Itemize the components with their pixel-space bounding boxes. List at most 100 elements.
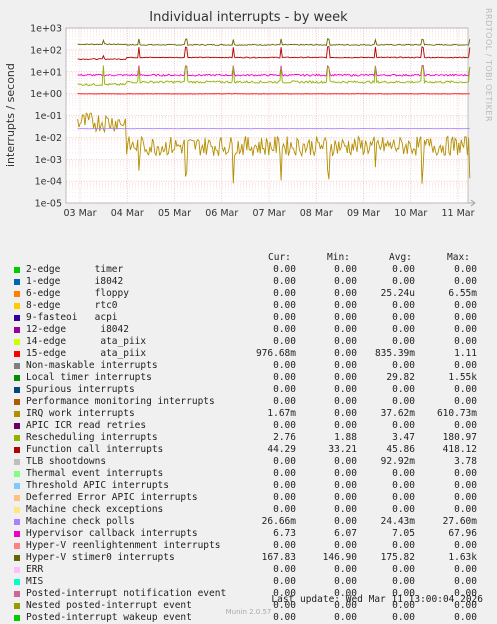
legend-avg-value: 0.00: [345, 576, 415, 588]
x-tick-label: 10 Mar: [394, 208, 427, 219]
legend-cur-value: 0.00: [226, 576, 296, 588]
legend-row: 6-edge floppy0.000.0025.24u6.55m: [0, 288, 497, 300]
legend-row: Function call interrupts44.2933.2145.864…: [0, 444, 497, 456]
legend-series-name: Spurious interrupts: [26, 384, 135, 396]
legend-swatch: [14, 327, 20, 333]
legend-max-value: 0.00: [407, 564, 477, 576]
legend-avg-value: 0.00: [345, 504, 415, 516]
legend-max-value: 0.00: [407, 312, 477, 324]
y-tick-label: 1e-05: [35, 199, 62, 210]
legend-series-name: 9-fasteoi acpi: [26, 312, 118, 324]
legend-series-name: 12-edge i8042: [26, 324, 129, 336]
legend-series-name: Rescheduling interrupts: [26, 432, 158, 444]
legend-series-name: MIS: [26, 576, 43, 588]
legend-series-name: 14-edge ata_piix: [26, 336, 146, 348]
legend-max-value: 0.00: [407, 324, 477, 336]
legend-cur-value: 0.00: [226, 264, 296, 276]
legend-swatch: [14, 315, 20, 321]
legend-max-value: 0.00: [407, 504, 477, 516]
legend-max-value: 27.60m: [407, 516, 477, 528]
legend-avg-value: 0.00: [345, 396, 415, 408]
legend-swatch: [14, 495, 20, 501]
legend-avg-value: 0.00: [345, 540, 415, 552]
legend-cur-value: 0.00: [226, 564, 296, 576]
legend-row: APIC ICR read retries0.000.000.000.00: [0, 420, 497, 432]
legend-max-value: 0.00: [407, 300, 477, 312]
legend-avg-value: 0.00: [345, 324, 415, 336]
legend-cur-value: 0.00: [226, 420, 296, 432]
legend-swatch: [14, 555, 20, 561]
legend-cur-value: 0.00: [226, 492, 296, 504]
legend-series-name: Local timer interrupts: [26, 372, 152, 384]
legend-row: Performance monitoring interrupts0.000.0…: [0, 396, 497, 408]
y-tick-label: 1e+03: [30, 24, 62, 35]
legend-swatch: [14, 435, 20, 441]
header-avg: Avg:: [389, 252, 412, 263]
header-cur: Cur:: [268, 252, 291, 263]
legend-swatch: [14, 411, 20, 417]
legend-max-value: 0.00: [407, 420, 477, 432]
legend-row: 9-fasteoi acpi0.000.000.000.00: [0, 312, 497, 324]
legend-swatch: [14, 591, 20, 597]
legend-cur-value: 6.73: [226, 528, 296, 540]
y-tick-label: 1e+01: [30, 67, 62, 78]
legend-avg-value: 92.92m: [345, 456, 415, 468]
legend-row: Machine check polls26.66m0.0024.43m27.60…: [0, 516, 497, 528]
legend-avg-value: 0.00: [345, 564, 415, 576]
legend-max-value: 0.00: [407, 480, 477, 492]
legend-max-value: 0.00: [407, 264, 477, 276]
legend-row: Spurious interrupts0.000.000.000.00: [0, 384, 497, 396]
legend-cur-value: 0.00: [226, 312, 296, 324]
legend-series-name: Performance monitoring interrupts: [26, 396, 215, 408]
legend-row: Rescheduling interrupts2.761.883.47180.9…: [0, 432, 497, 444]
legend-avg-value: 0.00: [345, 312, 415, 324]
legend-series-name: ERR: [26, 564, 43, 576]
legend-avg-value: 0.00: [345, 468, 415, 480]
legend-swatch: [14, 579, 20, 585]
last-update: Last update: Wed Mar 11 13:00:04 2026: [271, 594, 483, 605]
legend-avg-value: 29.82: [345, 372, 415, 384]
legend-max-value: 418.12: [407, 444, 477, 456]
legend-cur-value: 167.83: [226, 552, 296, 564]
legend-swatch: [14, 507, 20, 513]
legend-row: Threshold APIC interrupts0.000.000.000.0…: [0, 480, 497, 492]
legend: 2-edge timer0.000.000.000.001-edge i8042…: [0, 264, 497, 624]
legend-cur-value: 0.00: [226, 540, 296, 552]
legend-series-name: 2-edge timer: [26, 264, 123, 276]
legend-row: 2-edge timer0.000.000.000.00: [0, 264, 497, 276]
legend-max-value: 6.55m: [407, 288, 477, 300]
legend-row: Hypervisor callback interrupts6.736.077.…: [0, 528, 497, 540]
legend-cur-value: 0.00: [226, 480, 296, 492]
legend-series-name: APIC ICR read retries: [26, 420, 146, 432]
legend-series-name: Posted-interrupt notification event: [26, 588, 226, 600]
legend-avg-value: 0.00: [345, 492, 415, 504]
legend-cur-value: 0.00: [226, 384, 296, 396]
legend-series-name: IRQ work interrupts: [26, 408, 135, 420]
legend-row: 15-edge ata_piix976.68m0.00835.39m1.11: [0, 348, 497, 360]
munin-credit: Munin 2.0.57: [0, 608, 497, 616]
legend-cur-value: 976.68m: [226, 348, 296, 360]
legend-max-value: 0.00: [407, 336, 477, 348]
legend-swatch: [14, 303, 20, 309]
legend-avg-value: 0.00: [345, 480, 415, 492]
legend-max-value: 0.00: [407, 468, 477, 480]
x-tick-labels: 03 Mar04 Mar05 Mar06 Mar07 Mar08 Mar09 M…: [63, 208, 474, 219]
legend-max-value: 610.73m: [407, 408, 477, 420]
legend-swatch: [14, 447, 20, 453]
legend-avg-value: 835.39m: [345, 348, 415, 360]
legend-cur-value: 1.67m: [226, 408, 296, 420]
y-tick-label: 1e-03: [35, 155, 62, 166]
legend-cur-value: 0.00: [226, 372, 296, 384]
legend-swatch: [14, 279, 20, 285]
chart-plot: 1e-051e-041e-031e-021e-011e+001e+011e+02…: [0, 0, 497, 250]
header-min: Min:: [327, 252, 350, 263]
legend-avg-value: 37.62m: [345, 408, 415, 420]
legend-max-value: 0.00: [407, 360, 477, 372]
legend-row: Machine check exceptions0.000.000.000.00: [0, 504, 497, 516]
legend-max-value: 0.00: [407, 384, 477, 396]
legend-swatch: [14, 291, 20, 297]
legend-row: Local timer interrupts0.000.0029.821.55k: [0, 372, 497, 384]
legend-cur-value: 2.76: [226, 432, 296, 444]
legend-cur-value: 0.00: [226, 456, 296, 468]
legend-avg-value: 0.00: [345, 300, 415, 312]
